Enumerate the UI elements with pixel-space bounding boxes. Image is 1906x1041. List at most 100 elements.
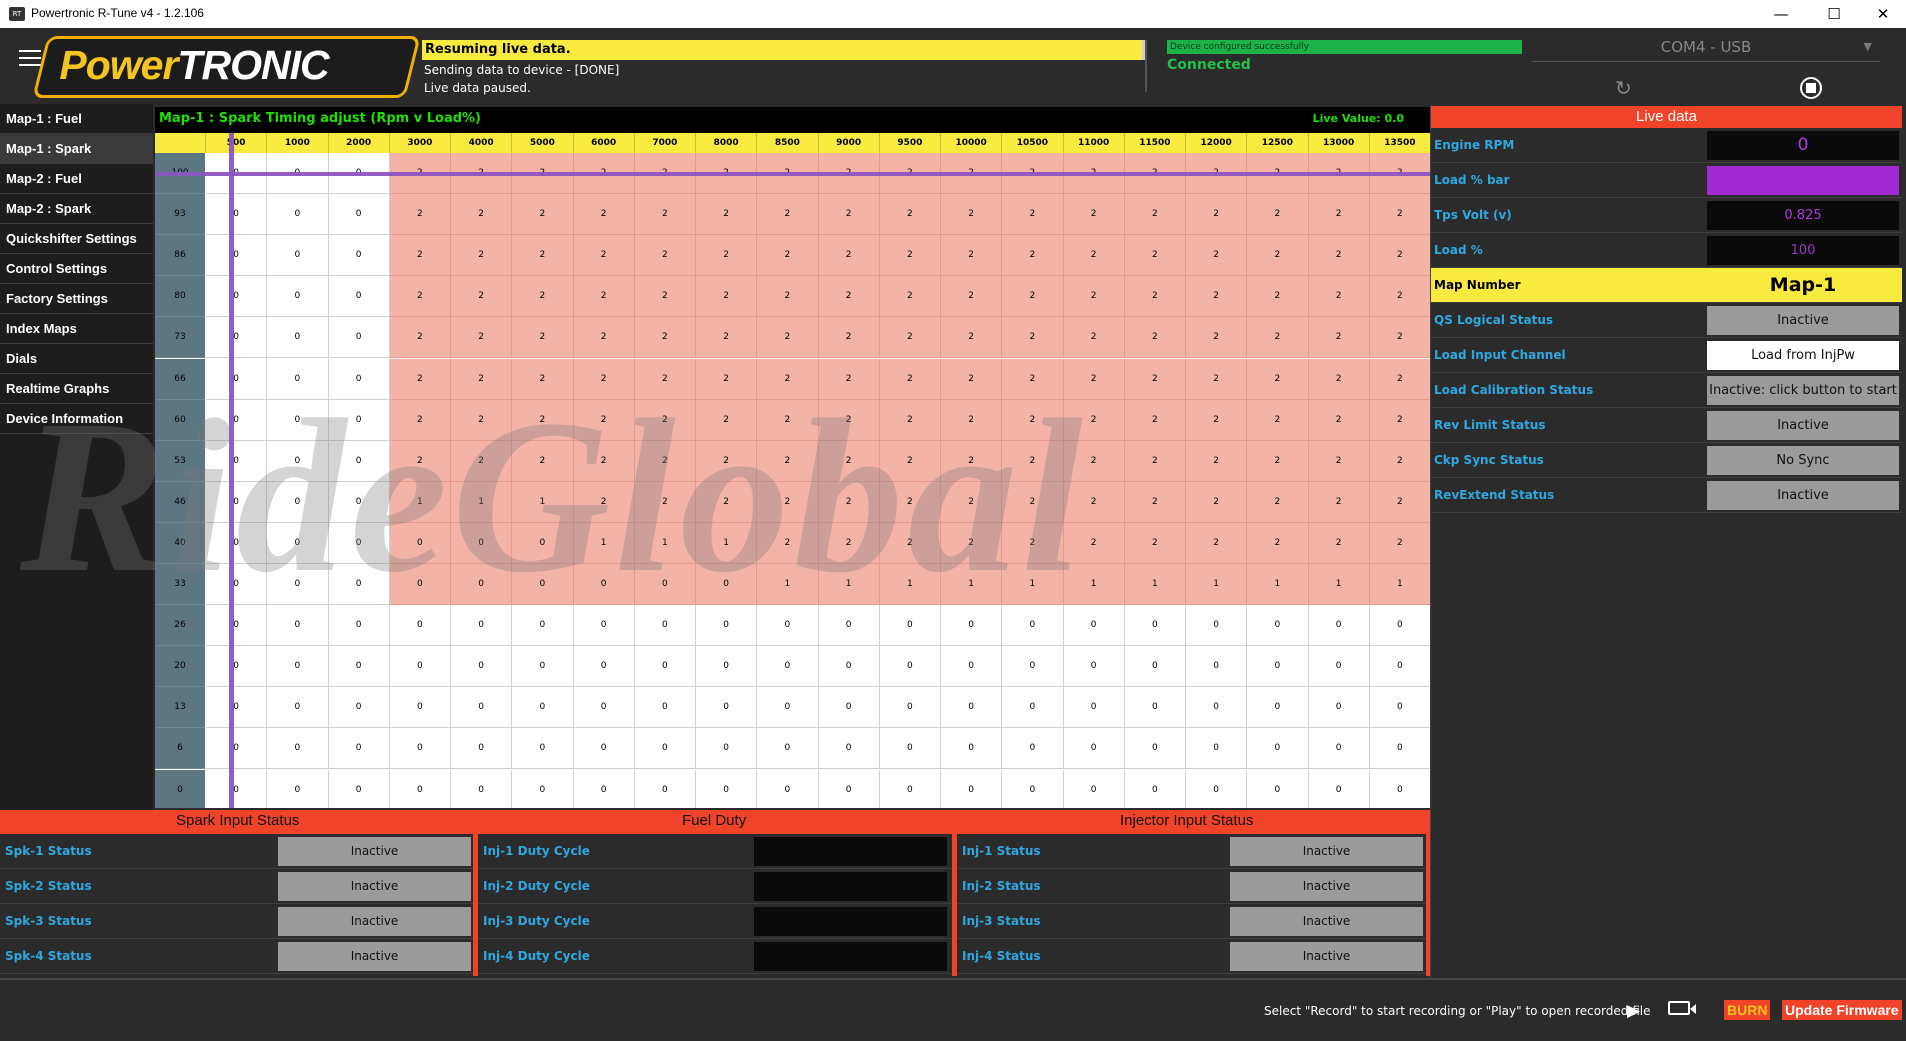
map-cell[interactable]: 2	[879, 522, 941, 564]
map-cell[interactable]: 1	[1002, 564, 1064, 606]
map-cell[interactable]: 2	[1002, 481, 1064, 523]
map-cell[interactable]: 2	[941, 194, 1003, 236]
map-cell[interactable]: 0	[267, 317, 329, 359]
sidebar-item[interactable]: Dials	[0, 344, 153, 374]
map-cell[interactable]: 0	[389, 564, 451, 606]
map-cell[interactable]: 2	[634, 276, 696, 318]
map-cell[interactable]: 2	[1124, 194, 1186, 236]
sidebar-item[interactable]: Map-2 : Fuel	[0, 164, 153, 194]
map-cell[interactable]: 0	[206, 769, 268, 808]
map-cell[interactable]: 2	[879, 317, 941, 359]
map-cell[interactable]: 0	[941, 687, 1003, 729]
map-cell[interactable]: 2	[1124, 276, 1186, 318]
map-cell[interactable]: 1	[634, 522, 696, 564]
map-cell[interactable]: 0	[512, 687, 574, 729]
map-cell[interactable]: 0	[634, 605, 696, 647]
map-cell[interactable]: 2	[451, 358, 513, 400]
map-cell[interactable]: 2	[757, 522, 819, 564]
map-cell[interactable]: 1	[512, 481, 574, 523]
map-cell[interactable]: 2	[573, 276, 635, 318]
map-cell[interactable]: 0	[573, 564, 635, 606]
map-cell[interactable]: 2	[1186, 522, 1248, 564]
map-cell[interactable]: 2	[1124, 481, 1186, 523]
map-cell[interactable]: 0	[757, 646, 819, 688]
map-cell[interactable]: 2	[1063, 194, 1125, 236]
map-cell[interactable]: 0	[1002, 728, 1064, 770]
map-cell[interactable]: 2	[1308, 276, 1370, 318]
sidebar-item[interactable]: Control Settings	[0, 254, 153, 284]
map-cell[interactable]: 2	[1247, 522, 1309, 564]
map-cell[interactable]: 0	[206, 687, 268, 729]
map-cell[interactable]: 2	[1002, 399, 1064, 441]
map-cell[interactable]: 2	[818, 194, 880, 236]
map-cell[interactable]: 2	[1002, 317, 1064, 359]
map-cell[interactable]: 2	[1002, 358, 1064, 400]
map-cell[interactable]: 2	[757, 235, 819, 277]
map-cell[interactable]: 0	[1186, 605, 1248, 647]
refresh-icon[interactable]: ↻	[1615, 76, 1632, 100]
map-cell[interactable]: 2	[451, 440, 513, 482]
map-cell[interactable]: 2	[879, 194, 941, 236]
map-cell[interactable]: 0	[328, 605, 390, 647]
map-cell[interactable]: 0	[267, 687, 329, 729]
map-cell[interactable]: 2	[1369, 481, 1430, 523]
map-cell[interactable]: 2	[941, 522, 1003, 564]
map-cell[interactable]: 2	[941, 235, 1003, 277]
maximize-button[interactable]: ☐	[1811, 0, 1857, 28]
map-cell[interactable]: 0	[818, 605, 880, 647]
map-cell[interactable]: 0	[267, 276, 329, 318]
map-cell[interactable]: 0	[389, 522, 451, 564]
map-cell[interactable]: 0	[879, 646, 941, 688]
map-cell[interactable]: 0	[328, 194, 390, 236]
map-cell[interactable]: 0	[328, 440, 390, 482]
map-cell[interactable]: 0	[1063, 687, 1125, 729]
map-cell[interactable]: 0	[328, 564, 390, 606]
map-cell[interactable]: 0	[1124, 605, 1186, 647]
map-cell[interactable]: 0	[879, 687, 941, 729]
map-cell[interactable]: 0	[696, 728, 758, 770]
map-cell[interactable]: 1	[696, 522, 758, 564]
map-cell[interactable]: 2	[1186, 317, 1248, 359]
map-cell[interactable]: 2	[1124, 235, 1186, 277]
map-cell[interactable]: 2	[1186, 235, 1248, 277]
map-cell[interactable]: 0	[512, 646, 574, 688]
map-cell[interactable]: 2	[512, 440, 574, 482]
map-cell[interactable]: 2	[389, 317, 451, 359]
map-cell[interactable]: 0	[1063, 646, 1125, 688]
map-cell[interactable]: 0	[1124, 687, 1186, 729]
map-cell[interactable]: 2	[1186, 481, 1248, 523]
map-cell[interactable]: 0	[206, 728, 268, 770]
map-cell[interactable]: 2	[1186, 276, 1248, 318]
map-cell[interactable]: 2	[1002, 440, 1064, 482]
map-cell[interactable]: 0	[1002, 687, 1064, 729]
map-cell[interactable]: 2	[941, 440, 1003, 482]
map-cell[interactable]: 0	[390, 769, 451, 808]
map-cell[interactable]: 0	[267, 646, 329, 688]
map-cell[interactable]: 2	[1124, 522, 1186, 564]
hamburger-menu-icon[interactable]	[19, 50, 41, 68]
map-cell[interactable]: 2	[879, 481, 941, 523]
map-cell[interactable]: 2	[1186, 399, 1248, 441]
map-cell[interactable]: 0	[941, 646, 1003, 688]
map-cell[interactable]: 2	[451, 317, 513, 359]
map-cell[interactable]: 0	[328, 399, 390, 441]
map-cell[interactable]: 0	[451, 522, 513, 564]
map-cell[interactable]: 2	[757, 440, 819, 482]
map-cell[interactable]: 0	[512, 728, 574, 770]
map-cell[interactable]: 2	[389, 440, 451, 482]
map-cell[interactable]: 0	[696, 646, 758, 688]
map-cell[interactable]: 0	[206, 564, 268, 606]
map-cell[interactable]: 2	[1063, 522, 1125, 564]
map-cell[interactable]: 0	[1124, 728, 1186, 770]
map-cell[interactable]: 2	[1247, 276, 1309, 318]
map-cell[interactable]: 0	[267, 194, 329, 236]
map-cell[interactable]: 0	[1369, 646, 1430, 688]
map-cell[interactable]: 1	[1124, 564, 1186, 606]
map-cell[interactable]: 0	[451, 564, 513, 606]
map-cell[interactable]: 2	[573, 194, 635, 236]
map-cell[interactable]: 0	[880, 769, 941, 808]
map-cell[interactable]: 0	[1186, 728, 1248, 770]
map-cell[interactable]: 2	[451, 194, 513, 236]
port-select[interactable]: COM4 - USB ▼	[1532, 32, 1880, 62]
map-cell[interactable]: 2	[696, 481, 758, 523]
